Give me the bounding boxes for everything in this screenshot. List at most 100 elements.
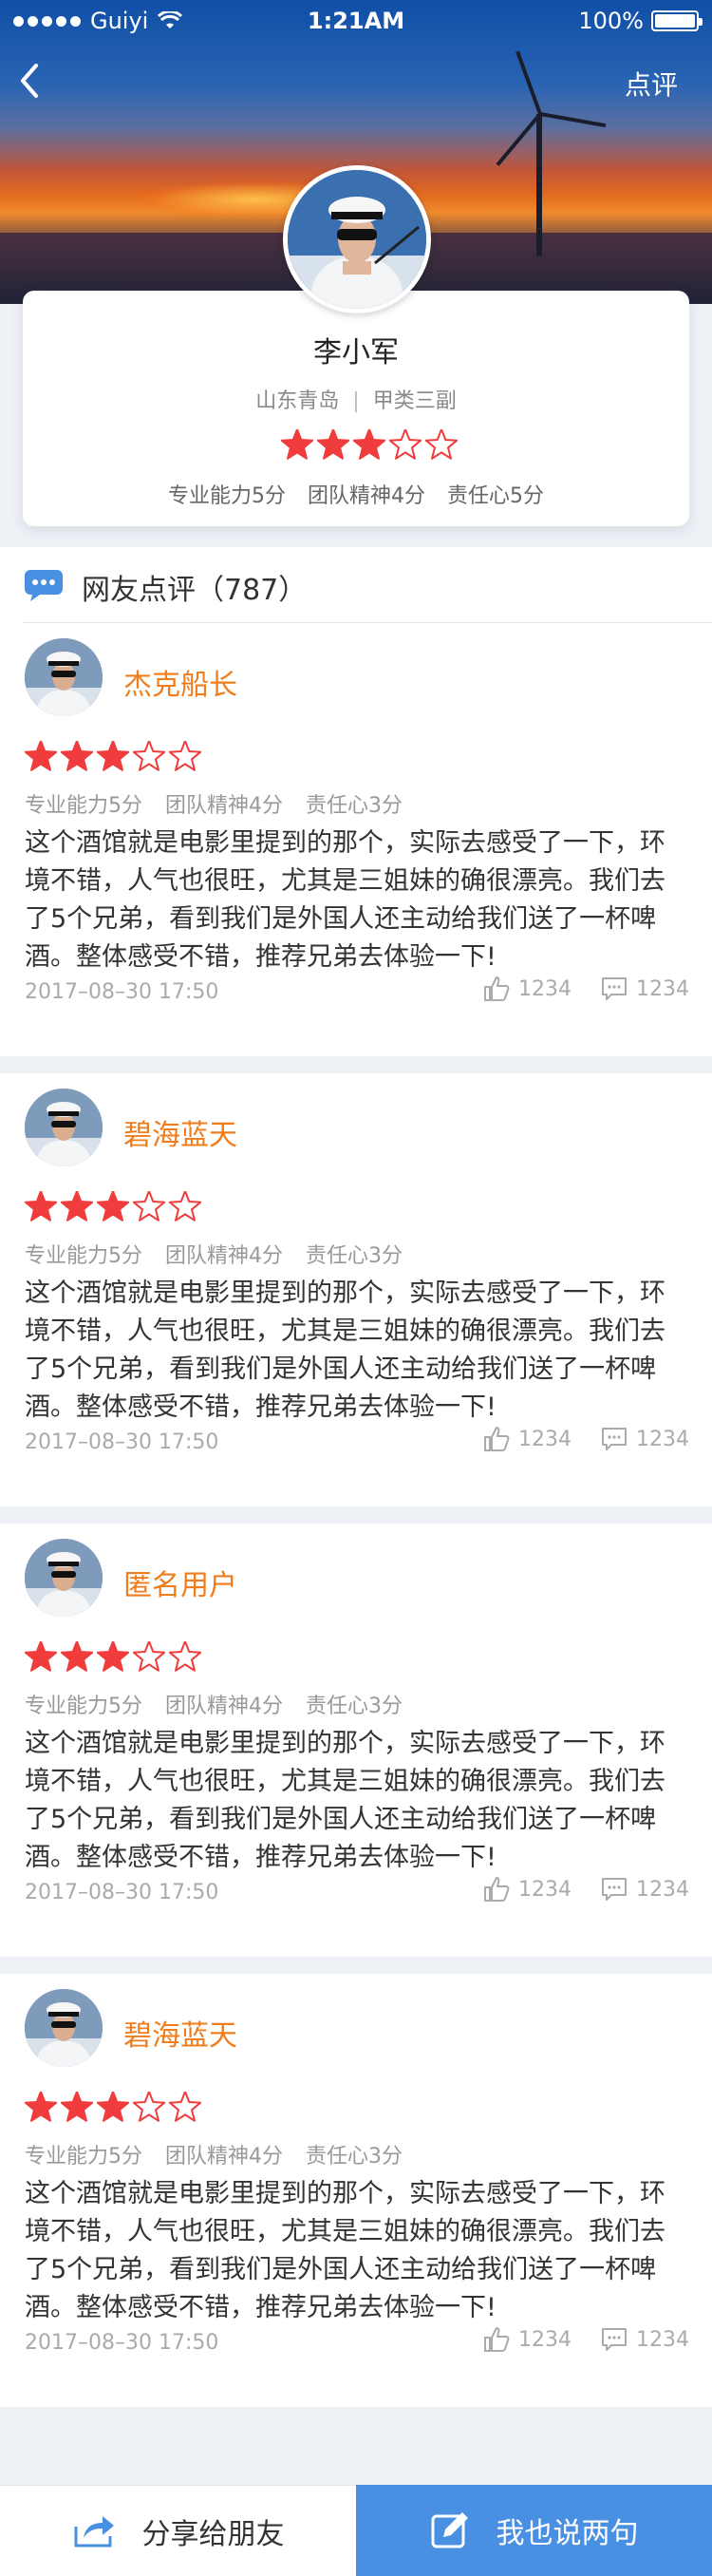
- commenter-avatar[interactable]: [25, 1989, 103, 2067]
- star-filled-icon: [60, 1640, 94, 1677]
- star-filled-icon: [24, 1640, 58, 1677]
- commenter-name[interactable]: 杰克船长: [123, 661, 237, 703]
- nav-bar: 点评: [0, 47, 712, 114]
- profile-card: 李小军 山东青岛 | 甲类三副 专业能力5分 团队精神4分 责任心5分: [23, 291, 689, 526]
- edit-icon: [431, 2512, 468, 2548]
- star-filled-icon: [280, 428, 314, 465]
- like-button[interactable]: 1234: [482, 2325, 571, 2354]
- comment-date: 2017–08–30 17:50: [25, 2331, 219, 2355]
- like-count: 1234: [518, 1427, 571, 1451]
- comment-item: 杰克船长专业能力5分 团队精神4分 责任心3分这个酒馆就是电影里提到的那个，实际去感…: [0, 623, 712, 1056]
- comment-date: 2017–08–30 17:50: [25, 1881, 219, 1904]
- profile-avatar: [283, 165, 431, 313]
- like-button[interactable]: 1234: [482, 1875, 571, 1904]
- score-responsibility: 责任心3分: [306, 2145, 403, 2169]
- back-button[interactable]: [17, 57, 55, 104]
- comment-text: 这个酒馆就是电影里提到的那个，实际去感受了一下，环境不错，人气也很旺，尤其是三姐…: [25, 828, 665, 972]
- score-professional: 专业能力5分: [168, 484, 286, 508]
- chat-bubble-icon: [25, 570, 63, 601]
- like-button[interactable]: 1234: [482, 975, 571, 1003]
- comment-star-rating: [24, 1640, 202, 1677]
- reviews-section-title: 网友点评（787）: [82, 574, 308, 607]
- star-empty-icon: [132, 2091, 166, 2128]
- comment-actions: 1234 1234: [482, 2325, 689, 2354]
- comment-text: 这个酒馆就是电影里提到的那个，实际去感受了一下，环境不错，人气也很旺，尤其是三姐…: [25, 1279, 665, 1422]
- profile-rank: 甲类三副: [372, 389, 457, 413]
- commenter-name[interactable]: 匿名用户: [123, 1562, 237, 1603]
- reply-button[interactable]: 1234: [600, 1426, 689, 1452]
- comment-icon: [602, 1428, 627, 1450]
- comment-date: 2017–08–30 17:50: [25, 1430, 219, 1454]
- star-filled-icon: [96, 1640, 130, 1677]
- comment-scores: 专业能力5分 团队精神4分 责任心3分: [25, 2139, 425, 2169]
- comment-count: 1234: [636, 1877, 689, 1902]
- star-filled-icon: [96, 740, 130, 777]
- profile-star-rating: [280, 428, 459, 465]
- star-filled-icon: [352, 428, 386, 465]
- commenter-name[interactable]: 碧海蓝天: [123, 1111, 237, 1153]
- comment-icon: [602, 1878, 627, 1901]
- score-teamwork: 团队精神4分: [308, 484, 425, 508]
- score-professional: 专业能力5分: [25, 794, 142, 818]
- share-icon: [74, 2515, 114, 2547]
- score-professional: 专业能力5分: [25, 1695, 142, 1718]
- score-teamwork: 团队精神4分: [165, 1695, 283, 1718]
- like-count: 1234: [518, 976, 571, 1001]
- reviews-section-header: 网友点评（787）: [0, 547, 712, 623]
- comment-scores: 专业能力5分 团队精神4分 责任心3分: [25, 788, 425, 819]
- thumbs-up-icon: [484, 976, 510, 1001]
- reply-button[interactable]: 1234: [600, 975, 689, 1002]
- comment-date: 2017–08–30 17:50: [25, 980, 219, 1004]
- profile-name: 李小军: [313, 336, 399, 369]
- share-button[interactable]: 分享给朋友: [0, 2485, 356, 2576]
- star-filled-icon: [96, 2091, 130, 2128]
- like-count: 1234: [518, 2327, 571, 2352]
- score-teamwork: 团队精神4分: [165, 2145, 283, 2169]
- chevron-left-icon: [21, 64, 38, 98]
- profile-meta: 山东青岛 | 甲类三副: [23, 384, 689, 414]
- comment-count: 1234: [636, 1427, 689, 1451]
- thumbs-up-icon: [484, 1877, 510, 1902]
- comment-star-rating: [24, 740, 202, 777]
- score-responsibility: 责任心3分: [306, 1244, 403, 1268]
- star-empty-icon: [168, 1190, 202, 1227]
- commenter-avatar[interactable]: [25, 1539, 103, 1617]
- review-action-button[interactable]: 点评: [625, 65, 678, 103]
- comment-count: 1234: [636, 2327, 689, 2352]
- like-button[interactable]: 1234: [482, 1425, 571, 1453]
- star-empty-icon: [424, 428, 459, 465]
- comment-scores: 专业能力5分 团队精神4分 责任心3分: [25, 1689, 425, 1719]
- comment-icon: [602, 977, 627, 1000]
- turbine-blade: [539, 112, 607, 128]
- like-count: 1234: [518, 1877, 571, 1902]
- profile-location: 山东青岛: [255, 389, 340, 413]
- commenter-name[interactable]: 碧海蓝天: [123, 2012, 237, 2054]
- star-empty-icon: [168, 1640, 202, 1677]
- commenter-avatar[interactable]: [25, 638, 103, 716]
- star-filled-icon: [24, 2091, 58, 2128]
- battery-icon: [651, 10, 703, 31]
- star-empty-icon: [132, 1640, 166, 1677]
- comment-icon: [602, 2328, 627, 2351]
- star-empty-icon: [168, 2091, 202, 2128]
- battery-percent: 100%: [578, 8, 644, 34]
- score-professional: 专业能力5分: [25, 2145, 142, 2169]
- star-filled-icon: [316, 428, 350, 465]
- commenter-avatar[interactable]: [25, 1089, 103, 1166]
- reply-button[interactable]: 1234: [600, 2326, 689, 2353]
- star-filled-icon: [60, 2091, 94, 2128]
- comment-count: 1234: [636, 976, 689, 1001]
- score-teamwork: 团队精神4分: [165, 794, 283, 818]
- meta-divider: |: [352, 389, 360, 413]
- comment-text: 这个酒馆就是电影里提到的那个，实际去感受了一下，环境不错，人气也很旺，尤其是三姐…: [25, 1729, 665, 1872]
- write-review-button[interactable]: 我也说两句: [356, 2485, 712, 2576]
- score-teamwork: 团队精神4分: [165, 1244, 283, 1268]
- star-filled-icon: [60, 1190, 94, 1227]
- comment-scores: 专业能力5分 团队精神4分 责任心3分: [25, 1239, 425, 1269]
- score-professional: 专业能力5分: [25, 1244, 142, 1268]
- score-responsibility: 责任心3分: [306, 794, 403, 818]
- thumbs-up-icon: [484, 1427, 510, 1451]
- star-empty-icon: [132, 1190, 166, 1227]
- reply-button[interactable]: 1234: [600, 1876, 689, 1903]
- comment-star-rating: [24, 1190, 202, 1227]
